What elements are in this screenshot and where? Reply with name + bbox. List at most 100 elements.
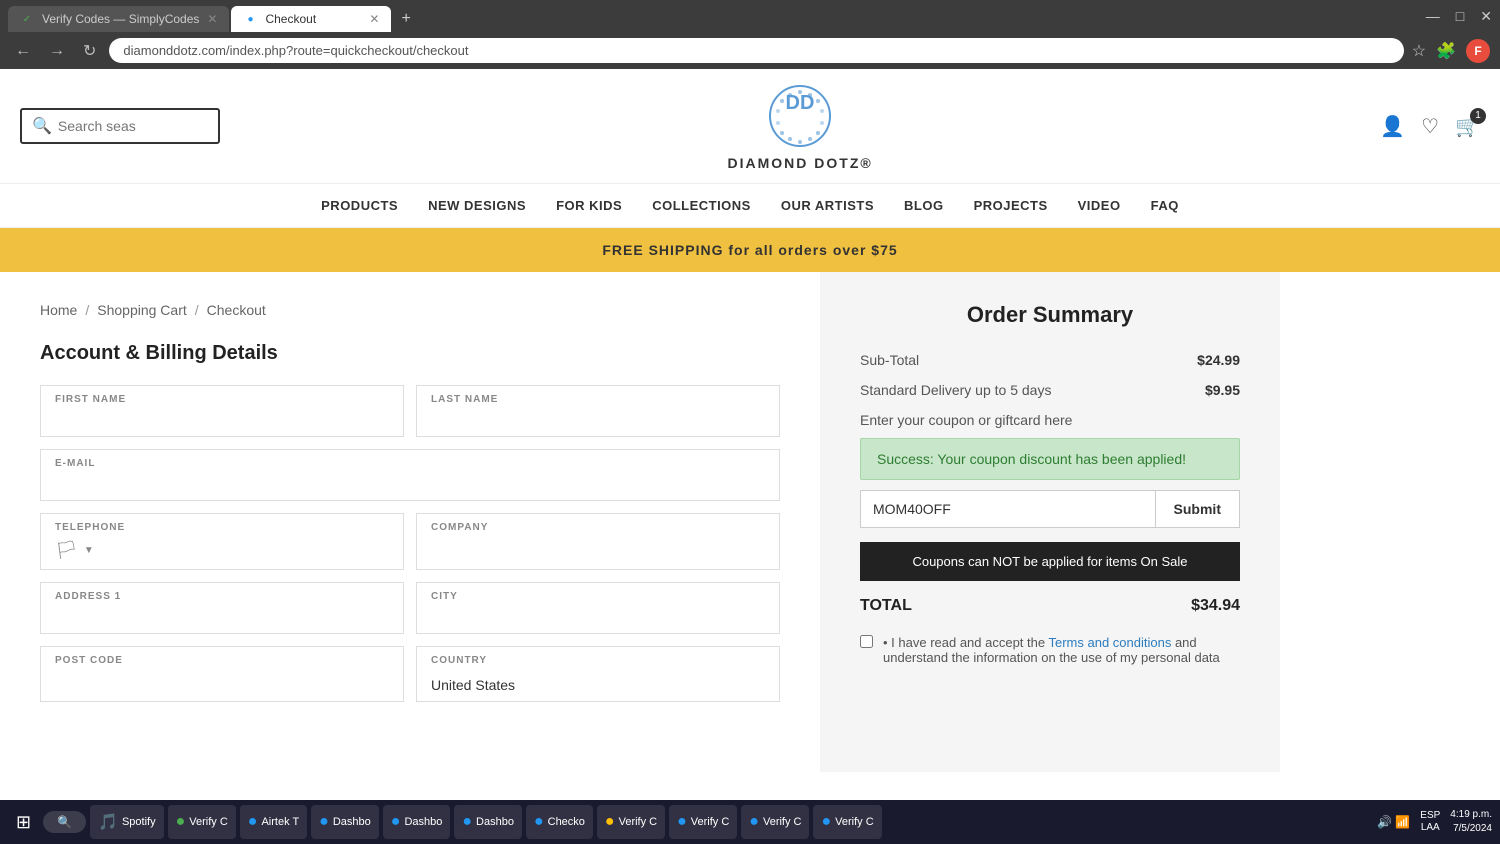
nav-faq[interactable]: FAQ [1151,198,1179,213]
taskbar-verify4[interactable]: ● Verify C [741,805,809,839]
nav-our-artists[interactable]: OUR ARTISTS [781,198,874,213]
tab-close-2[interactable]: ✕ [369,12,379,26]
city-input[interactable] [431,601,765,625]
language-indicator: ESP LAA [1420,810,1440,834]
nav-blog[interactable]: BLOG [904,198,944,213]
extension-icon[interactable]: 🧩 [1436,41,1456,61]
taskbar-dash2-label: Dashbo [404,816,442,828]
taskbar-search[interactable]: 🔍 [43,811,86,833]
breadcrumb-home[interactable]: Home [40,302,77,318]
terms-checkbox[interactable] [860,635,873,648]
nav-for-kids[interactable]: FOR KIDS [556,198,622,213]
left-panel: Home / Shopping Cart / Checkout Account … [0,272,820,772]
breadcrumb-checkout: Checkout [207,302,266,318]
url-text: diamonddotz.com/index.php?route=quickche… [123,43,1389,58]
minimize-button[interactable]: — [1426,8,1440,25]
last-name-input[interactable] [431,404,765,428]
post-code-input[interactable] [55,665,389,689]
tel-dropdown-arrow[interactable]: ▼ [84,545,94,556]
delivery-row: Standard Delivery up to 5 days $9.95 [860,382,1240,398]
nav-projects[interactable]: PROJECTS [974,198,1048,213]
address1-input[interactable] [55,601,389,625]
terms-link[interactable]: Terms and conditions [1048,635,1171,650]
terms-prefix: • I have read and accept the [883,635,1048,650]
wishlist-icon[interactable]: ♡ [1421,114,1439,139]
post-code-field[interactable]: POST CODE [40,646,404,702]
refresh-button[interactable]: ↻ [78,39,101,63]
terms-row: • I have read and accept the Terms and c… [860,635,1240,665]
email-input[interactable] [55,468,765,492]
profile-icon[interactable]: F [1466,39,1490,63]
search-input[interactable] [58,118,188,134]
cart-count-badge: 1 [1470,108,1486,124]
subtotal-row: Sub-Total $24.99 [860,352,1240,368]
coupon-notice-bar: Coupons can NOT be applied for items On … [860,542,1240,581]
company-field[interactable]: COMPANY [416,513,780,570]
checkout-icon: ● [534,813,544,831]
success-message: Success: Your coupon discount has been a… [877,451,1186,467]
delivery-value: $9.95 [1205,382,1240,398]
verify3-icon: ● [677,813,687,831]
city-field[interactable]: CITY [416,582,780,634]
address1-field[interactable]: ADDRESS 1 [40,582,404,634]
first-name-field[interactable]: FIRST NAME [40,385,404,437]
first-name-label: FIRST NAME [55,394,126,405]
email-field[interactable]: E-MAIL [40,449,780,501]
city-label: CITY [431,591,458,602]
site-header: 🔍 DD DIAMOND DOTZ® 👤 ♡ 🛒 [0,69,1500,184]
taskbar-airtek[interactable]: ● Airtek T [240,805,307,839]
last-name-field[interactable]: LAST NAME [416,385,780,437]
bookmark-icon[interactable]: ☆ [1412,41,1426,61]
post-code-label: POST CODE [55,655,123,666]
forward-button[interactable]: → [44,40,70,62]
taskbar-dash1[interactable]: ● Dashbo [311,805,379,839]
coupon-submit-button[interactable]: Submit [1156,490,1240,528]
nav-collections[interactable]: COLLECTIONS [652,198,751,213]
verify5-icon: ● [821,813,831,831]
browser-toolbar: ← → ↻ diamonddotz.com/index.php?route=qu… [0,32,1500,69]
nav-new-designs[interactable]: NEW DESIGNS [428,198,526,213]
back-button[interactable]: ← [10,40,36,62]
dash2-icon: ● [391,813,401,831]
total-value: $34.94 [1191,597,1240,615]
breadcrumb-sep-2: / [195,302,199,318]
taskbar-checkout[interactable]: ● Checkо [526,805,593,839]
nav-products[interactable]: PRODUCTS [321,198,398,213]
verify2-icon: ● [605,813,615,831]
search-bar[interactable]: 🔍 [20,108,220,144]
taskbar-verify5[interactable]: ● Verify C [813,805,881,839]
taskbar-spotify-label: Spotify [122,816,156,828]
cart-icon[interactable]: 🛒 1 [1455,114,1480,139]
spotify-icon: 🎵 [98,812,118,832]
breadcrumb-shopping-cart[interactable]: Shopping Cart [97,302,187,318]
country-field[interactable]: COUNTRY United States [416,646,780,702]
subtotal-label: Sub-Total [860,352,919,368]
new-tab-button[interactable]: + [393,6,418,32]
lang-code: ESP [1420,810,1440,822]
first-name-input[interactable] [55,404,389,428]
nav-video[interactable]: VIDEO [1078,198,1121,213]
taskbar-spotify[interactable]: 🎵 Spotify [90,805,164,839]
logo-text: DIAMOND DOTZ® [728,155,873,171]
start-button[interactable]: ⊞ [8,808,39,837]
tel-flag: 🏳 [55,540,78,561]
verify4-icon: ● [749,813,759,831]
tab-verify-codes[interactable]: ✓ Verify Codes — SimplyCodes ✕ [8,6,229,32]
company-input[interactable] [431,532,765,556]
maximize-button[interactable]: □ [1456,8,1464,25]
total-label: TOTAL [860,597,912,615]
email-label: E-MAIL [55,458,95,469]
taskbar-verify3[interactable]: ● Verify C [669,805,737,839]
telephone-field[interactable]: TELEPHONE 🏳 ▼ [40,513,404,570]
tab-checkout[interactable]: ● Checkout ✕ [231,6,391,32]
taskbar-verify1[interactable]: ● Verify C [168,805,236,839]
coupon-input[interactable] [860,490,1156,528]
taskbar-verify2[interactable]: ● Verify C [597,805,665,839]
close-window-button[interactable]: ✕ [1480,8,1492,25]
taskbar-dash2[interactable]: ● Dashbo [383,805,451,839]
taskbar-dash3[interactable]: ● Dashbo [454,805,522,839]
url-bar[interactable]: diamonddotz.com/index.php?route=quickche… [109,38,1403,63]
window-controls[interactable]: — □ ✕ [1426,8,1492,31]
account-icon[interactable]: 👤 [1380,114,1405,139]
tab-close-1[interactable]: ✕ [207,12,217,26]
